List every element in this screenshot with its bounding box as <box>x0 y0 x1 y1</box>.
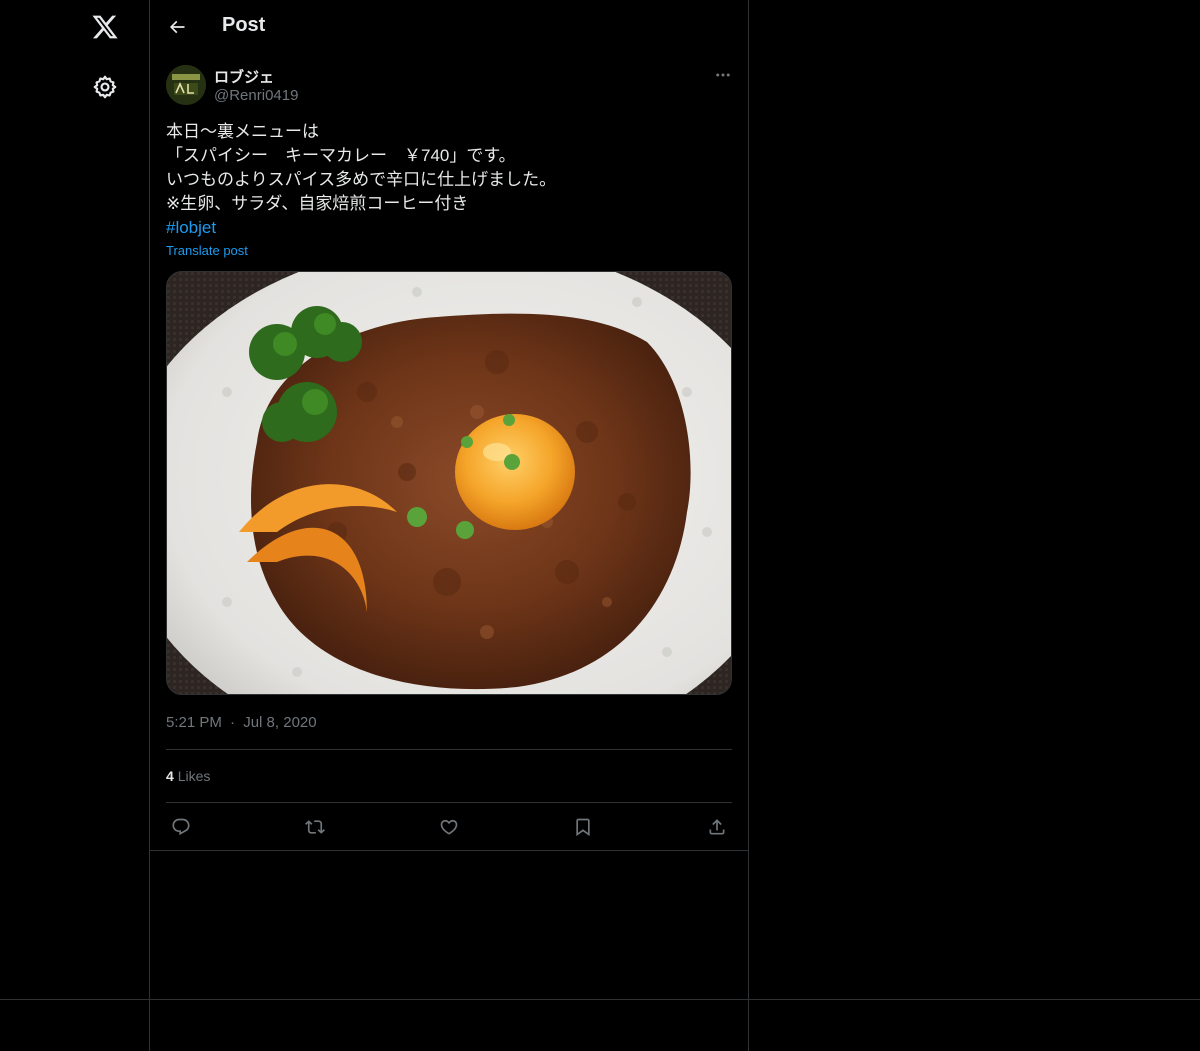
more-options-button[interactable] <box>710 64 736 86</box>
bookmark-button[interactable] <box>570 814 596 840</box>
back-button[interactable] <box>164 14 190 40</box>
post-text-line: 本日〜裏メニューは <box>166 122 319 141</box>
like-button[interactable] <box>436 814 462 840</box>
gear-icon[interactable] <box>90 72 120 102</box>
post-text-line: 「スパイシー キーマカレー ￥740」です。 <box>166 146 516 165</box>
repost-icon <box>305 820 325 834</box>
bookmark-icon <box>576 818 590 837</box>
post-timestamp: 5:21 PM · Jul 8, 2020 <box>166 714 317 731</box>
post-text: 本日〜裏メニューは 「スパイシー キーマカレー ￥740」です。 いつものよりス… <box>166 120 732 240</box>
avatar[interactable] <box>166 65 206 105</box>
likes-count-link[interactable]: 4 Likes <box>166 768 210 784</box>
post-date[interactable]: Jul 8, 2020 <box>243 714 316 731</box>
author-name[interactable]: ロブジェ <box>214 66 274 87</box>
more-horizontal-icon <box>716 73 730 77</box>
author-handle[interactable]: @Renri0419 <box>214 87 298 104</box>
post-text-line: いつものよりスパイス多めで辛口に仕上げました。 <box>166 170 557 189</box>
post-time[interactable]: 5:21 PM <box>166 714 222 731</box>
divider <box>166 749 732 750</box>
hashtag-link[interactable]: #lobjet <box>166 216 732 240</box>
divider <box>166 802 732 803</box>
repost-button[interactable] <box>302 814 328 840</box>
main-column: Post ロブジェ @Renri0419 本日〜裏メニューは 「スパイシー キー… <box>150 0 749 1051</box>
keema-curry-photo <box>167 272 731 694</box>
post-bottom-border <box>150 850 748 851</box>
share-icon <box>709 819 725 835</box>
page-title: Post <box>222 14 266 36</box>
reply-icon <box>172 818 190 836</box>
reply-button[interactable] <box>168 814 194 840</box>
translate-post-link[interactable]: Translate post <box>166 243 248 258</box>
post-image[interactable] <box>166 271 732 695</box>
arrow-left-icon <box>169 20 185 34</box>
left-nav <box>0 0 150 1051</box>
timestamp-separator: · <box>230 714 236 731</box>
x-logo-icon[interactable] <box>90 12 120 42</box>
likes-count: 4 <box>166 768 174 784</box>
post-text-line: ※生卵、サラダ、自家焙煎コーヒー付き <box>166 194 469 213</box>
bottom-divider <box>0 999 1200 1000</box>
post-header: Post <box>150 0 748 54</box>
share-button[interactable] <box>704 814 730 840</box>
likes-label: Likes <box>177 768 211 784</box>
heart-icon <box>440 819 458 835</box>
